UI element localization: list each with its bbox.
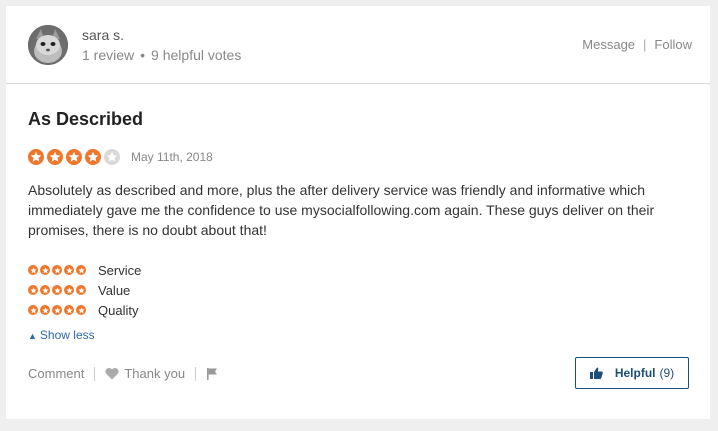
sub-rating-stars (28, 265, 88, 275)
flag-icon (207, 368, 218, 380)
star-filled-icon (28, 265, 38, 275)
reviewer-header: sara s. 1 review • 9 helpful votes Message… (6, 6, 710, 84)
sub-rating-row: Value (28, 280, 141, 300)
helpful-count: (9) (659, 366, 675, 380)
flag-button[interactable] (206, 367, 223, 380)
review-date: May 11th, 2018 (131, 150, 213, 164)
sub-rating-row: Service (28, 260, 141, 280)
star-filled-icon (66, 149, 82, 165)
helpful-label: Helpful (614, 366, 656, 380)
review-title: As Described (28, 109, 144, 129)
show-less-link[interactable]: ▲ Show less (28, 328, 95, 342)
reviewer-name[interactable]: sara s. (82, 27, 124, 43)
star-filled-icon (52, 265, 62, 275)
star-filled-icon (28, 305, 38, 315)
star-empty-icon (104, 149, 120, 165)
avatar[interactable] (28, 25, 68, 65)
star-filled-icon (76, 305, 86, 315)
star-filled-icon (64, 305, 74, 315)
star-filled-icon (76, 265, 86, 275)
review-footer: Comment Thank you (28, 366, 223, 381)
sub-ratings: Service Value Quality (28, 260, 141, 320)
star-filled-icon (52, 285, 62, 295)
show-less-label: Show less (39, 328, 95, 342)
sub-rating-label: Service (98, 262, 142, 278)
thank-you-link[interactable]: Thank you (105, 366, 185, 381)
heart-icon (105, 367, 119, 380)
sub-rating-stars (28, 305, 88, 315)
follow-link[interactable]: Follow (654, 37, 692, 52)
star-filled-icon (28, 285, 38, 295)
star-filled-icon (52, 305, 62, 315)
star-filled-icon (28, 149, 44, 165)
reviewer-actions: Message | Follow (582, 37, 692, 52)
star-filled-icon (47, 149, 63, 165)
comment-link[interactable]: Comment (28, 366, 84, 381)
sub-rating-label: Quality (98, 302, 139, 318)
reviewer-stats: 1 review • 9 helpful votes (82, 47, 241, 63)
separator-dot: • (140, 47, 146, 63)
star-filled-icon (64, 265, 74, 275)
star-rating (28, 149, 123, 165)
thank-you-label: Thank you (124, 366, 186, 381)
footer-divider (195, 366, 197, 381)
caret-up-icon: ▲ (28, 331, 37, 341)
star-filled-icon (40, 265, 50, 275)
review-count: 1 review (82, 47, 135, 63)
sub-rating-row: Quality (28, 300, 141, 320)
star-filled-icon (76, 285, 86, 295)
message-link[interactable]: Message (582, 37, 635, 52)
helpful-votes-count: 9 helpful votes (151, 47, 242, 63)
overall-rating: May 11th, 2018 (28, 149, 213, 165)
review-text: Absolutely as described and more, plus t… (28, 182, 655, 238)
star-filled-icon (85, 149, 101, 165)
helpful-button[interactable]: Helpful (9) (575, 357, 689, 389)
star-filled-icon (40, 285, 50, 295)
sub-rating-stars (28, 285, 88, 295)
review-card: sara s. 1 review • 9 helpful votes Message… (6, 6, 710, 419)
footer-divider (94, 366, 96, 381)
star-filled-icon (40, 305, 50, 315)
thumbs-up-icon (589, 367, 603, 379)
star-filled-icon (64, 285, 74, 295)
sub-rating-label: Value (98, 282, 131, 298)
action-separator: | (643, 37, 647, 52)
